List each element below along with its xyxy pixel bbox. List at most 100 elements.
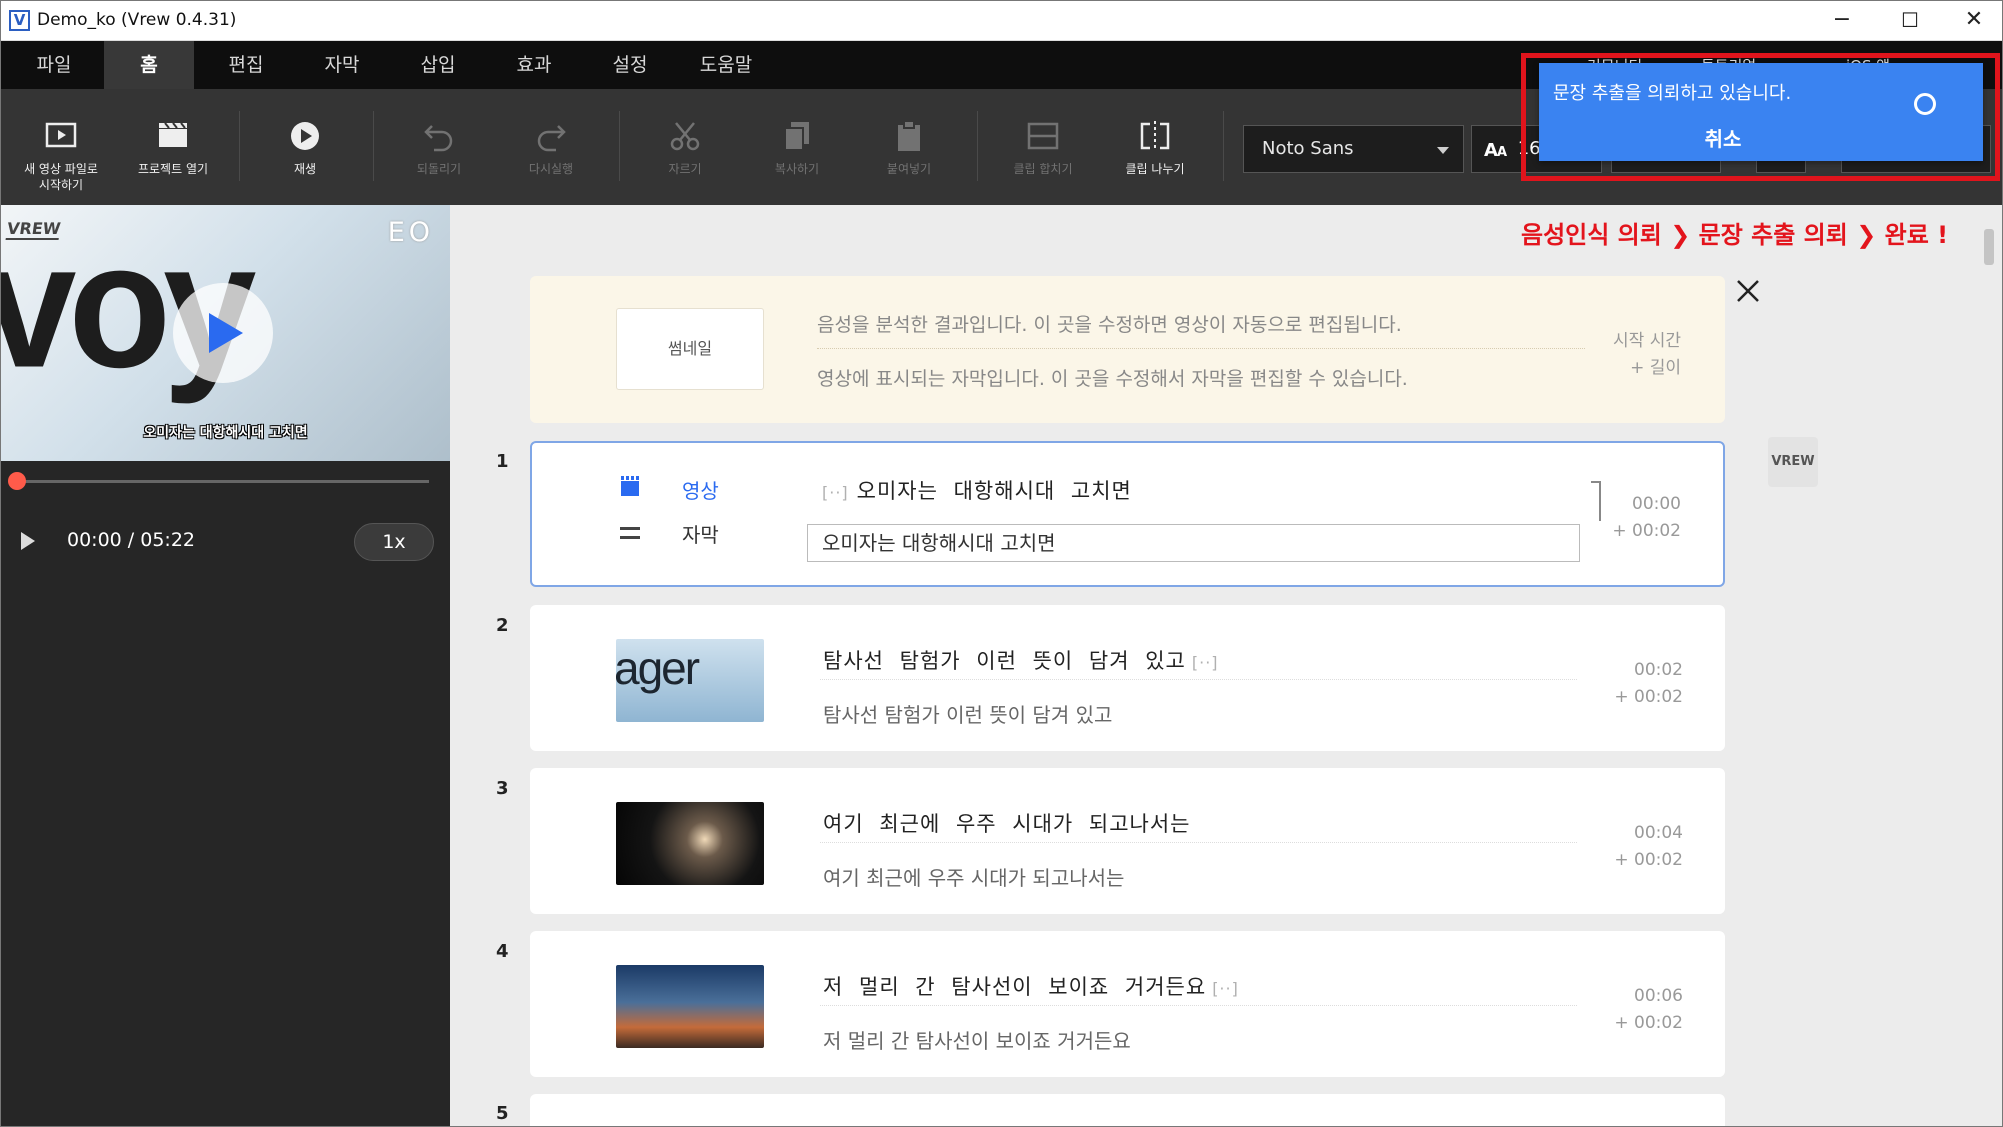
play-small-icon[interactable] (21, 532, 35, 550)
video-watermark: VREW (5, 219, 62, 240)
tab-subtitle[interactable]: 자막 (297, 41, 387, 89)
seek-handle[interactable] (8, 472, 26, 490)
maximize-button[interactable]: ☐ (1880, 1, 1940, 41)
font-size-icon: AA (1484, 140, 1507, 161)
tab-help[interactable]: 도움말 (681, 41, 771, 89)
segment-start: 00:04 (1634, 823, 1683, 843)
video-file-icon (45, 122, 77, 148)
split-clip-button[interactable]: 클립 나누기 (1105, 119, 1205, 177)
player-panel: voy VREW EO 오미자는 대항해시대 고치면 00:00 / 05:22… (1, 205, 450, 1126)
video-play-button[interactable] (173, 283, 273, 383)
segment-number: 5 (496, 1103, 509, 1124)
tab-edit[interactable]: 편집 (201, 41, 291, 89)
segment-card[interactable] (530, 1094, 1725, 1126)
new-video-button[interactable]: 새 영상 파일로 시작하기 (11, 119, 111, 193)
split-clip-label: 클립 나누기 (1125, 162, 1185, 176)
transcript-text[interactable]: [··] 오미자는 대항해시대 고치면 (822, 475, 1132, 505)
video-preview[interactable]: voy VREW EO 오미자는 대항해시대 고치면 (1, 205, 450, 461)
redo-icon (537, 125, 566, 152)
segment-thumbnail[interactable] (616, 802, 764, 885)
copy-button[interactable]: 복사하기 (747, 119, 847, 177)
thumbnail-text: ager (616, 642, 700, 694)
minimize-button[interactable]: − (1812, 1, 1872, 41)
open-project-button[interactable]: 프로젝트 열기 (123, 119, 223, 177)
play-icon (209, 313, 243, 353)
segment-card[interactable]: 여기 최근에 우주 시대가 되고나서는 여기 최근에 우주 시대가 되고나서는 … (530, 768, 1725, 914)
segment-time: 00:02 + 00:02 (1614, 657, 1683, 711)
close-icon[interactable] (1734, 277, 1762, 305)
transcript-text[interactable]: 여기 최근에 우주 시대가 되고나서는 (823, 808, 1191, 838)
subtitle-icon (620, 527, 640, 539)
segment-card[interactable]: 영상 자막 [··] 오미자는 대항해시대 고치면 오미자는 대항해시대 고치면 … (530, 441, 1725, 587)
transcript-text[interactable]: 탐사선 탐험가 이런 뜻이 담겨 있고 [··] (823, 645, 1219, 675)
subtitle-input[interactable]: 오미자는 대항해시대 고치면 (807, 524, 1580, 562)
clipboard-icon (898, 120, 920, 151)
subtitle-row-label: 자막 (682, 523, 719, 547)
segment-thumbnail[interactable] (616, 965, 764, 1048)
subtitle-text[interactable]: 여기 최근에 우주 시대가 되고나서는 (823, 862, 1124, 891)
svg-text:A: A (1484, 140, 1498, 160)
open-project-label: 프로젝트 열기 (137, 162, 209, 176)
transcript-words[interactable]: 오미자는 대항해시대 고치면 (857, 479, 1132, 503)
tab-home[interactable]: 홈 (104, 41, 194, 89)
toolbar-divider (239, 111, 240, 181)
silence-marker[interactable]: [··] (1212, 979, 1239, 998)
annotation-highlight-box (1521, 53, 2000, 181)
segment-card[interactable]: 저 멀리 간 탐사선이 보이죠 거거든요 [··] 저 멀리 간 탐사선이 보이죠… (530, 931, 1725, 1077)
video-subtitle: 오미자는 대항해시대 고치면 (143, 425, 308, 441)
segment-start: 00:06 (1634, 986, 1683, 1006)
vrew-window: V Demo_ko (Vrew 0.4.31) − ☐ ✕ 파일 홈 편집 자막… (0, 0, 2003, 1127)
window-title: Demo_ko (Vrew 0.4.31) (37, 10, 237, 30)
segment-length: + 00:02 (1614, 850, 1683, 870)
scrollbar[interactable] (1984, 229, 1994, 265)
paste-button[interactable]: 붙여넣기 (859, 119, 959, 177)
new-video-label: 새 영상 파일로 시작하기 (24, 162, 98, 192)
divider (820, 679, 1577, 680)
close-window-button[interactable]: ✕ (1944, 1, 2002, 41)
split-clip-icon (1140, 121, 1170, 151)
tab-insert[interactable]: 삽입 (393, 41, 483, 89)
transcript-words[interactable]: 저 멀리 간 탐사선이 보이죠 거거든요 (823, 975, 1206, 999)
transcript-text[interactable]: 저 멀리 간 탐사선이 보이죠 거거든요 [··] (823, 971, 1239, 1001)
time-display: 00:00 / 05:22 (67, 529, 195, 551)
redo-button[interactable]: 다시실행 (501, 119, 601, 177)
seek-bar[interactable] (17, 480, 429, 483)
toolbar-divider (977, 111, 978, 181)
subtitle-text[interactable]: 저 멀리 간 탐사선이 보이죠 거거든요 (823, 1025, 1131, 1054)
transcript-words[interactable]: 탐사선 탐험가 이런 뜻이 담겨 있고 (823, 649, 1186, 673)
play-button[interactable]: 재생 (255, 119, 355, 177)
cut-button[interactable]: 자르기 (635, 119, 735, 177)
tab-effects[interactable]: 효과 (489, 41, 579, 89)
merge-clip-button[interactable]: 클립 합치기 (993, 119, 1093, 177)
copy-icon (784, 122, 809, 151)
segment-start: 00:02 (1634, 660, 1683, 680)
clapper-icon (621, 476, 639, 496)
toolbar-divider (373, 111, 374, 181)
app-logo-icon: V (9, 10, 30, 31)
silence-marker[interactable]: [··] (822, 483, 849, 502)
playback-speed-button[interactable]: 1x (354, 523, 434, 561)
segment-time: 00:00 + 00:02 (1612, 491, 1681, 545)
segment-thumbnail[interactable]: ager (616, 639, 764, 722)
svg-text:A: A (1497, 145, 1507, 160)
merge-clip-icon (1027, 122, 1059, 150)
vrew-badge[interactable]: VREW (1768, 437, 1818, 487)
toolbar-divider (1223, 111, 1224, 181)
segment-time: 00:04 + 00:02 (1614, 820, 1683, 874)
copy-label: 복사하기 (774, 162, 820, 176)
segment-card[interactable]: ager 탐사선 탐험가 이런 뜻이 담겨 있고 [··] 탐사선 탐험가 이런 … (530, 605, 1725, 751)
play-circle-icon (291, 122, 319, 150)
segment-number: 1 (496, 451, 509, 472)
subtitle-text[interactable]: 탐사선 탐험가 이런 뜻이 담겨 있고 (823, 699, 1112, 728)
merge-clip-label: 클립 합치기 (1013, 162, 1073, 176)
tab-file[interactable]: 파일 (9, 41, 99, 89)
undo-button[interactable]: 되돌리기 (389, 119, 489, 177)
status-flow-annotation: 음성인식 의뢰 ❯ 문장 추출 의뢰 ❯ 완료 ! (1521, 221, 1949, 249)
font-family-select[interactable]: Noto Sans (1243, 125, 1464, 173)
tab-settings[interactable]: 설정 (585, 41, 675, 89)
redo-label: 다시실행 (528, 162, 574, 176)
segment-length: + 00:02 (1614, 687, 1683, 707)
cut-label: 자르기 (668, 162, 702, 176)
silence-marker[interactable]: [··] (1192, 653, 1219, 672)
segment-length: + 00:02 (1612, 521, 1681, 541)
